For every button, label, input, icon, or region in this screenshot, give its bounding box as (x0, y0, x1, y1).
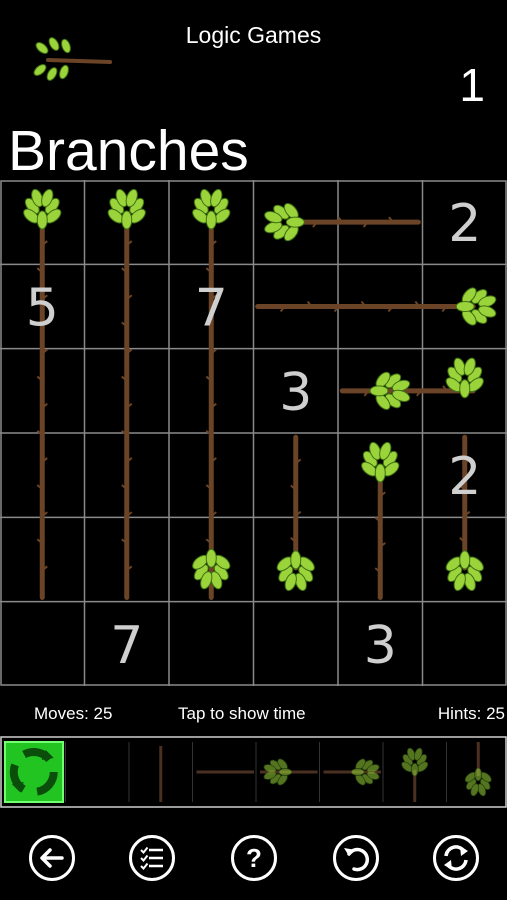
menu-list-button[interactable] (128, 834, 176, 882)
undo-button[interactable] (332, 834, 380, 882)
undo-icon (333, 835, 379, 881)
clue-number[interactable]: 7 (110, 616, 143, 676)
back-icon (29, 835, 75, 881)
svg-text:?: ? (246, 843, 262, 873)
hints-counter[interactable]: Hints: 25 (438, 704, 505, 724)
page-title: Branches (8, 119, 249, 183)
clue-number[interactable]: 2 (448, 447, 481, 507)
refresh-icon (433, 835, 479, 881)
clue-number[interactable]: 7 (195, 279, 228, 339)
refresh-button[interactable] (432, 834, 480, 882)
game-board[interactable]: 25 7327 3 (0, 180, 507, 686)
timer-toggle[interactable]: Tap to show time (178, 704, 306, 724)
tray-rotate-selector[interactable] (4, 741, 64, 803)
help-button[interactable]: ? (230, 834, 278, 882)
piece-tray[interactable] (0, 736, 507, 808)
clue-number[interactable]: 2 (448, 194, 481, 254)
clue-number[interactable]: 3 (364, 616, 397, 676)
back-button[interactable] (28, 834, 76, 882)
level-number: 1 (459, 59, 485, 111)
stats-bar: Moves: 25 Tap to show time Hints: 25 (0, 700, 507, 730)
moves-counter: Moves: 25 (34, 704, 113, 723)
bottom-toolbar: ? (0, 826, 507, 890)
clue-number[interactable]: 3 (279, 363, 312, 423)
menu-list-icon (129, 835, 175, 881)
clue-number[interactable]: 5 (26, 279, 59, 339)
branch-logo-icon (33, 37, 112, 81)
help-icon: ? (231, 835, 277, 881)
